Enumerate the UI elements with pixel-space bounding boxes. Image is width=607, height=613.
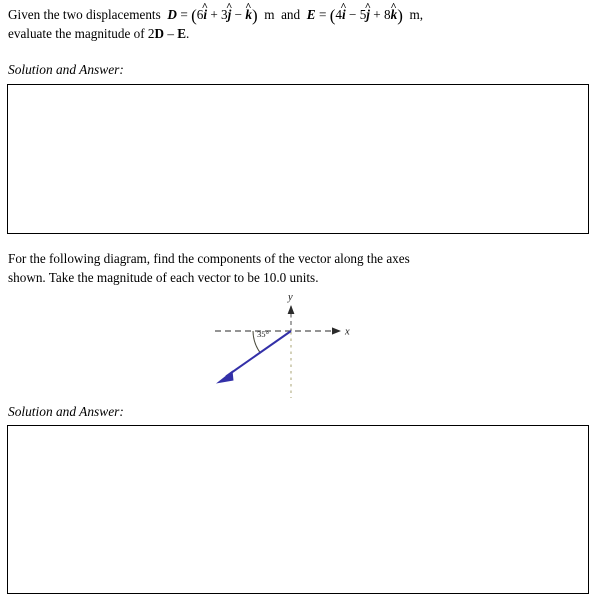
i-hat-icon: i — [203, 6, 207, 25]
vector-diagram: x y 35° — [190, 288, 380, 400]
x-axis-arrowhead — [332, 327, 341, 335]
vector-e-symbol: E — [306, 7, 316, 22]
vector-e-expression: E = (4i − 5j + 8k) m, — [306, 6, 424, 25]
question-2-line-2: shown. Take the magnitude of each vector… — [8, 269, 319, 285]
vector-e-unit: m, — [409, 7, 424, 22]
i-hat-icon: i — [342, 6, 346, 25]
vector-d-expression: D = (6i + 3j − k) m — [164, 6, 278, 25]
solution-label-2: Solution and Answer: — [8, 404, 124, 419]
vector-d-unit: m — [264, 7, 275, 22]
worksheet-page: Given the two displacements D = (6i + 3j… — [0, 0, 607, 613]
k-hat-icon: k — [245, 6, 252, 25]
solution-label-1: Solution and Answer: — [8, 62, 124, 77]
j-hat-icon: j — [228, 6, 232, 25]
k-hat-icon: k — [391, 6, 398, 25]
angle-label: 35° — [257, 329, 270, 339]
x-axis-label: x — [344, 327, 350, 338]
question-1-line-2: evaluate the magnitude of 2D – E. — [8, 25, 190, 41]
question-1-intro: Given the two displacements — [8, 7, 161, 22]
question-1-line-1: Given the two displacements D = (6i + 3j… — [8, 6, 599, 25]
conjunction-and: and — [281, 7, 301, 22]
y-axis-label: y — [287, 292, 293, 303]
answer-box-1[interactable] — [7, 84, 589, 234]
vector-d-components: (6i + 3j − k) — [191, 6, 258, 25]
vector-e-symbol-bold: E — [177, 25, 186, 41]
vector-d-symbol-bold: D — [154, 25, 165, 41]
question-2-line-1: For the following diagram, find the comp… — [8, 251, 410, 266]
answer-box-2[interactable] — [7, 425, 589, 594]
question-1-text: Given the two displacements D = (6i + 3j… — [8, 6, 599, 43]
vector-arrowhead — [216, 370, 234, 384]
question-2-text: For the following diagram, find the comp… — [8, 250, 599, 287]
j-hat-icon: j — [366, 6, 370, 25]
vector-e-components: (4i − 5j + 8k) — [330, 6, 403, 25]
vector-d-symbol: D — [167, 7, 178, 22]
y-axis-arrowhead — [287, 305, 295, 314]
